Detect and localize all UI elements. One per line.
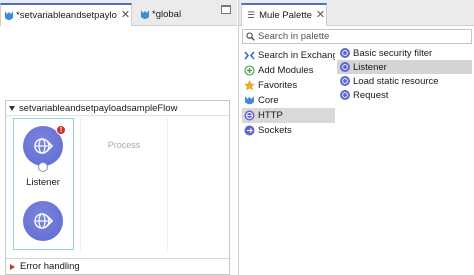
flow-header[interactable]: setvariableandsetpayloadsampleFlow — [6, 101, 229, 116]
globe-icon — [34, 138, 54, 154]
category-core[interactable]: Core — [242, 93, 335, 108]
category-http[interactable]: HTTP — [242, 108, 335, 123]
palette-icon: ☰ — [247, 10, 255, 20]
category-label: Add Modules — [258, 65, 314, 76]
category-label: Sockets — [258, 125, 292, 136]
source-indicator-icon — [38, 162, 48, 172]
exchange-icon — [244, 50, 255, 61]
http-globe-icon — [244, 110, 255, 121]
sockets-icon — [244, 125, 255, 136]
operation-label: Load static resource — [353, 75, 439, 87]
palette-tab-label: Mule Palette — [259, 10, 312, 21]
tab-label: *global — [152, 9, 182, 20]
category-label: Core — [258, 95, 279, 106]
http-operation-icon — [340, 48, 350, 58]
http-operation-icon — [340, 76, 350, 86]
http-component[interactable] — [23, 201, 63, 241]
palette-categories: Search in Exchange... Add Modules Favori… — [242, 48, 335, 138]
error-handling-label: Error handling — [20, 261, 80, 272]
expand-caret-icon[interactable] — [10, 263, 15, 270]
operation-request[interactable]: Request — [337, 88, 472, 102]
add-icon — [244, 65, 255, 76]
operation-label: Basic security filter — [353, 47, 433, 59]
palette-search[interactable] — [242, 29, 472, 44]
category-label: Search in Exchange... — [258, 50, 335, 61]
category-label: Favorites — [258, 80, 298, 91]
flow-name: setvariableandsetpayloadsampleFlow — [19, 102, 178, 114]
tab-global[interactable]: *global — [140, 3, 181, 26]
globe-icon — [34, 213, 54, 229]
mule-config-icon — [141, 9, 149, 19]
mule-palette-view: ☰ Mule Palette ✕ Search in Exchange... A… — [238, 0, 474, 275]
operation-listener[interactable]: Listener — [337, 60, 472, 74]
listener-component[interactable]: ! — [23, 125, 66, 172]
tab-mule-palette[interactable]: ☰ Mule Palette ✕ — [241, 3, 327, 26]
collapse-caret-icon[interactable] — [9, 105, 15, 111]
operation-label: Listener — [353, 61, 387, 73]
tab-setvariableandsetpayload[interactable]: *setvariableandsetpaylo ✕ — [0, 3, 132, 26]
source-section[interactable]: ! Listener — [13, 118, 74, 250]
star-icon — [244, 80, 255, 91]
category-favorites[interactable]: Favorites — [242, 78, 335, 93]
error-handling-section[interactable]: Error handling — [6, 258, 229, 274]
palette-tabbar: ☰ Mule Palette ✕ — [239, 0, 474, 26]
mule-icon — [244, 95, 255, 106]
editor-tabbar: *setvariableandsetpaylo ✕ *global — [0, 0, 237, 26]
category-sockets[interactable]: Sockets — [242, 123, 335, 138]
error-badge-icon: ! — [56, 125, 66, 135]
operation-label: Request — [353, 89, 389, 101]
component-label: Listener — [26, 177, 60, 188]
process-section[interactable]: Process — [80, 118, 168, 250]
category-label: HTTP — [258, 110, 283, 121]
http-operation-icon — [340, 62, 350, 72]
search-input[interactable] — [258, 30, 458, 43]
category-add-modules[interactable]: Add Modules — [242, 63, 335, 78]
operation-load-static-resource[interactable]: Load static resource — [337, 74, 472, 88]
close-icon[interactable]: ✕ — [121, 10, 130, 21]
operation-basic-security-filter[interactable]: Basic security filter — [337, 46, 472, 60]
tab-label: *setvariableandsetpaylo — [16, 10, 117, 21]
http-operation-icon — [340, 90, 350, 100]
mule-config-icon — [5, 10, 13, 20]
flow-canvas[interactable]: setvariableandsetpayloadsampleFlow ! Lis… — [0, 27, 237, 275]
category-search-exchange[interactable]: Search in Exchange... — [242, 48, 335, 63]
search-icon — [246, 32, 255, 41]
close-icon[interactable]: ✕ — [316, 10, 325, 21]
maximize-icon[interactable] — [221, 5, 231, 14]
palette-operations: Basic security filter Listener Load stat… — [337, 46, 472, 102]
flow-container[interactable]: setvariableandsetpayloadsampleFlow ! Lis… — [5, 100, 230, 275]
process-label: Process — [107, 140, 141, 150]
